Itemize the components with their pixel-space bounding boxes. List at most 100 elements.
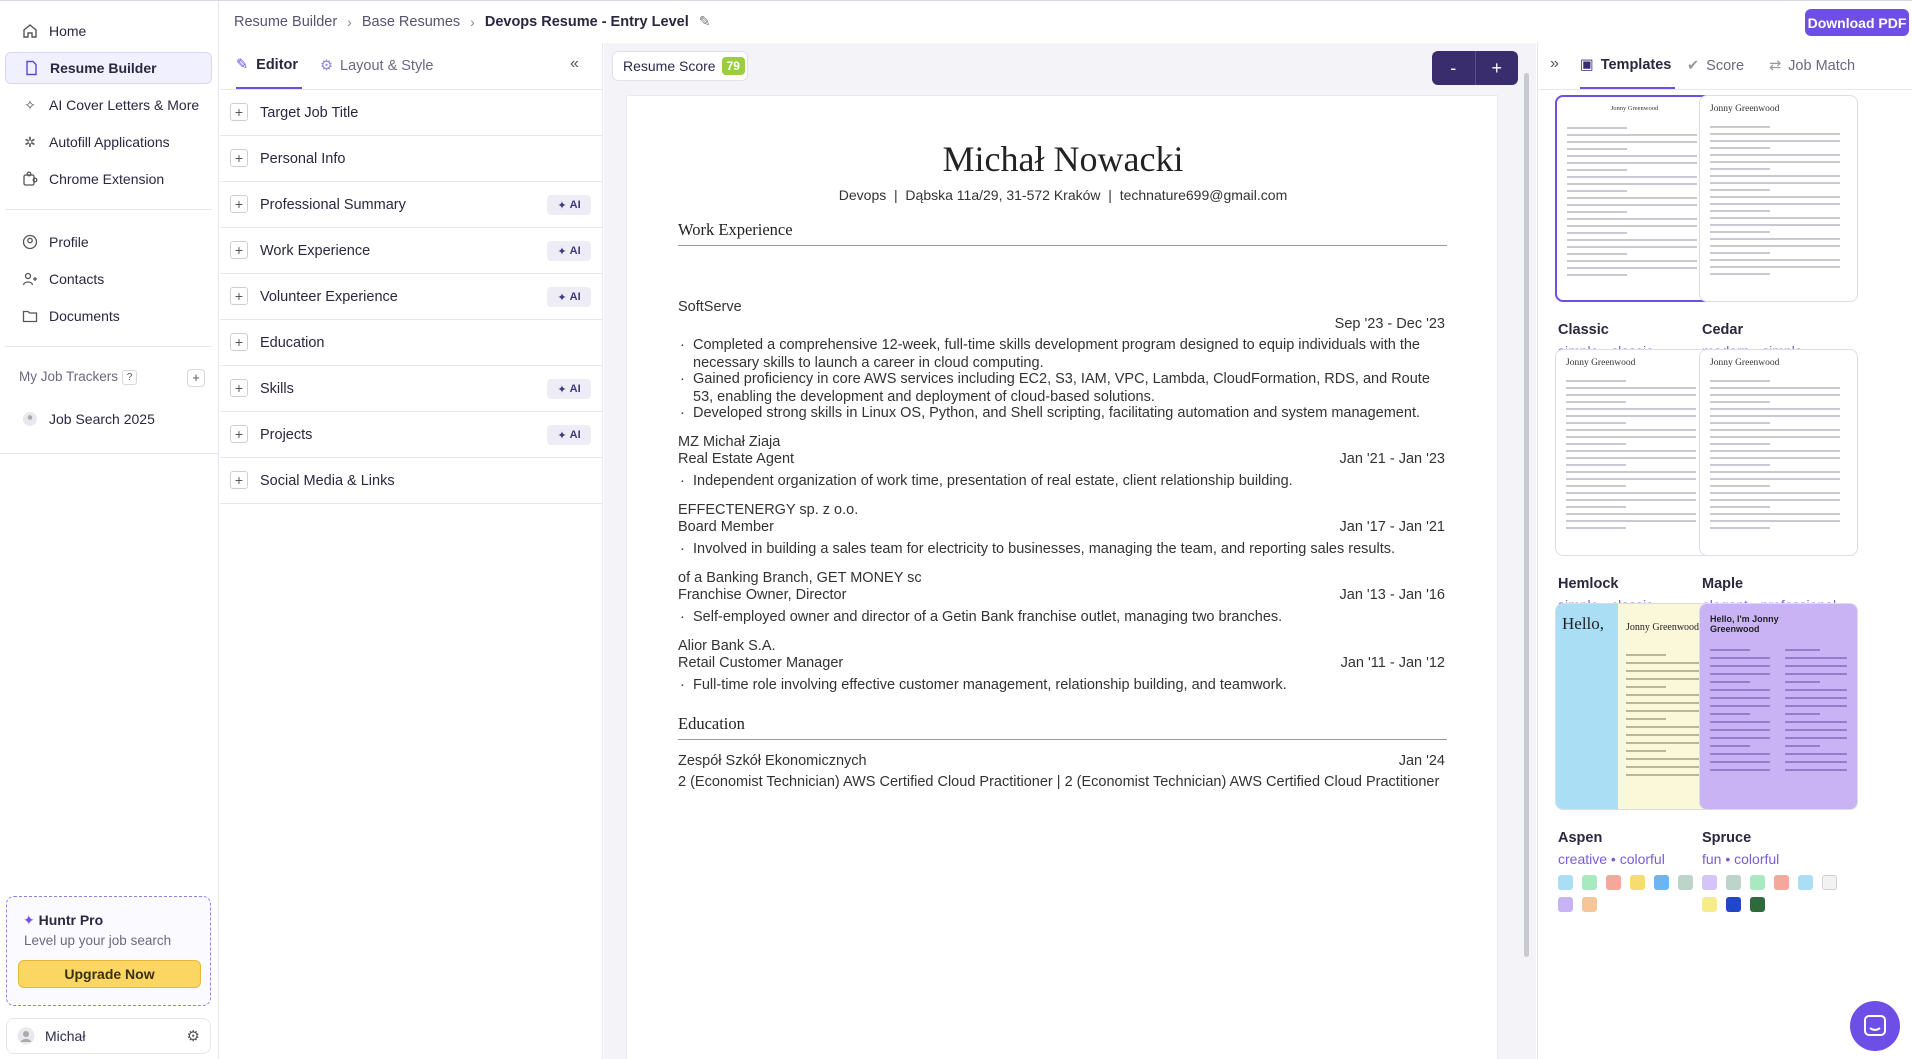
nav-documents[interactable]: Documents <box>5 300 212 332</box>
zoom-out-button[interactable]: - <box>1432 51 1476 85</box>
section-social-media-links[interactable]: + Social Media & Links <box>220 458 602 504</box>
color-swatch[interactable] <box>1726 897 1741 912</box>
tab-editor[interactable]: ✎ Editor <box>236 43 303 89</box>
thumb-line <box>1710 140 1840 142</box>
tab-score[interactable]: ✔ Score <box>1687 43 1744 89</box>
color-swatch[interactable] <box>1798 875 1813 890</box>
divider <box>5 346 212 347</box>
pencil-icon[interactable]: ✎ <box>699 13 711 30</box>
resume-score-badge[interactable]: Resume Score 79 <box>612 51 748 81</box>
thumb-line <box>1567 260 1697 262</box>
nav-chrome-extension[interactable]: Chrome Extension <box>5 163 212 195</box>
tracker-avatar-icon <box>21 410 39 428</box>
template-thumbnail[interactable]: Jonny Greenwood <box>1699 95 1858 302</box>
nav-label: Contacts <box>49 271 105 287</box>
color-swatch[interactable] <box>1582 897 1597 912</box>
nav-label: Home <box>49 23 87 39</box>
color-swatch[interactable] <box>1558 875 1573 890</box>
user-menu[interactable]: Michał ⚙ <box>6 1018 211 1054</box>
scrollbar[interactable] <box>1524 73 1529 957</box>
job-date: Jan '17 - Jan '21 <box>1339 519 1446 535</box>
thumb-line <box>1567 274 1627 276</box>
section-target-job-title[interactable]: + Target Job Title <box>220 90 602 136</box>
ai-badge[interactable]: ✦ AI <box>547 241 591 261</box>
template-thumbnail[interactable]: Jonny Greenwood <box>1555 95 1714 302</box>
color-swatch[interactable] <box>1702 897 1717 912</box>
thumb-line <box>1566 436 1696 438</box>
color-swatch[interactable] <box>1678 875 1693 890</box>
thumb-line <box>1785 753 1847 755</box>
thumb-line <box>1567 197 1697 199</box>
thumb-line <box>1626 662 1704 664</box>
zoom-in-button[interactable]: + <box>1476 51 1519 85</box>
promo-title-text: Huntr Pro <box>38 912 104 928</box>
template-thumbnail[interactable]: Hello, Jonny Greenwood <box>1555 603 1714 810</box>
expand-panel-icon[interactable]: » <box>1550 55 1559 73</box>
color-swatch[interactable] <box>1750 897 1765 912</box>
ai-badge[interactable]: ✦ AI <box>547 195 591 215</box>
section-personal-info[interactable]: + Personal Info <box>220 136 602 182</box>
gear-icon[interactable]: ⚙ <box>187 1027 200 1045</box>
ai-badge[interactable]: ✦ AI <box>547 287 591 307</box>
thumb-line <box>1710 196 1840 198</box>
template-name: Hemlock <box>1558 576 1619 592</box>
section-professional-summary[interactable]: + Professional Summary ✦ AI <box>220 182 602 228</box>
section-skills[interactable]: + Skills ✦ AI <box>220 366 602 412</box>
template-thumbnail[interactable]: Jonny Greenwood <box>1699 349 1858 556</box>
nav-home[interactable]: Home <box>5 15 212 47</box>
thumb-line <box>1566 387 1696 389</box>
templates-panel: » ▣ Templates ✔ Score ⇄ Job Match Jonny Gre… <box>1537 43 1912 1059</box>
document-icon <box>22 59 40 77</box>
color-swatch[interactable] <box>1750 875 1765 890</box>
color-swatch[interactable] <box>1654 875 1669 890</box>
thumb-line <box>1567 253 1627 255</box>
nav-ai-cover-letters[interactable]: ✧ AI Cover Letters & More <box>5 89 212 121</box>
job-role: Franchise Owner, Director <box>678 587 847 603</box>
job-role: Retail Customer Manager <box>678 655 844 671</box>
collapse-panel-icon[interactable]: « <box>570 55 579 73</box>
chat-launcher-button[interactable] <box>1850 1001 1900 1051</box>
thumb-line <box>1566 527 1626 529</box>
ai-badge[interactable]: ✦ AI <box>547 425 591 445</box>
upgrade-button[interactable]: Upgrade Now <box>18 960 201 988</box>
section-work-experience[interactable]: + Work Experience ✦ AI <box>220 228 602 274</box>
breadcrumb-resume-builder[interactable]: Resume Builder <box>234 14 337 30</box>
job-company: Alior Bank S.A. <box>678 638 776 654</box>
section-projects[interactable]: + Projects ✦ AI <box>220 412 602 458</box>
thumb-line <box>1566 520 1696 522</box>
color-swatch[interactable] <box>1630 875 1645 890</box>
nav-contacts[interactable]: Contacts <box>5 263 212 295</box>
section-volunteer-experience[interactable]: + Volunteer Experience ✦ AI <box>220 274 602 320</box>
template-thumbnail[interactable]: Hello, I'm Jonny Greenwood <box>1699 603 1858 810</box>
download-pdf-button[interactable]: Download PDF <box>1805 9 1909 36</box>
thumb-line <box>1567 218 1697 220</box>
tab-label: Templates <box>1600 57 1672 73</box>
color-swatch[interactable] <box>1606 875 1621 890</box>
color-swatch[interactable] <box>1822 875 1837 890</box>
nav-resume-builder[interactable]: Resume Builder <box>5 52 212 84</box>
thumb-line <box>1567 183 1697 185</box>
job-role: Real Estate Agent <box>678 451 795 467</box>
promo-subtitle: Level up your job search <box>24 933 172 948</box>
thumb-line <box>1567 176 1697 178</box>
tab-layout-style[interactable]: ⚙ Layout & Style <box>320 43 434 89</box>
help-icon[interactable]: ? <box>122 370 137 385</box>
section-education[interactable]: + Education <box>220 320 602 366</box>
color-swatch[interactable] <box>1702 875 1717 890</box>
color-swatch[interactable] <box>1558 897 1573 912</box>
color-swatch[interactable] <box>1774 875 1789 890</box>
breadcrumb-base-resumes[interactable]: Base Resumes <box>362 14 460 30</box>
ai-label: AI <box>569 199 581 211</box>
add-tracker-button[interactable]: + <box>187 369 205 387</box>
tab-job-match[interactable]: ⇄ Job Match <box>1769 43 1855 89</box>
color-swatch[interactable] <box>1582 875 1597 890</box>
template-thumbnail[interactable]: Jonny Greenwood <box>1555 349 1714 556</box>
thumb-line <box>1626 694 1704 696</box>
nav-profile[interactable]: Profile <box>5 226 212 258</box>
nav-autofill[interactable]: ✲ Autofill Applications <box>5 126 212 158</box>
tab-templates[interactable]: ▣ Templates <box>1580 43 1676 89</box>
tracker-item[interactable]: Job Search 2025 <box>5 403 212 435</box>
ai-badge[interactable]: ✦ AI <box>547 379 591 399</box>
thumb-line <box>1567 267 1697 269</box>
color-swatch[interactable] <box>1726 875 1741 890</box>
